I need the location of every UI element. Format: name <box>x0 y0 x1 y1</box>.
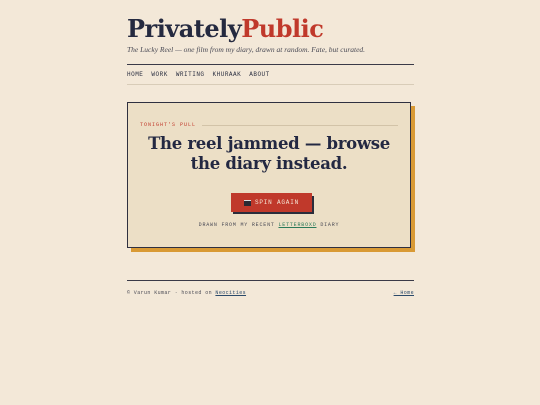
neocities-link[interactable]: Neocities <box>215 290 246 296</box>
brand-part2: Public <box>241 14 324 43</box>
nav-item-about[interactable]: ABOUT <box>249 71 270 78</box>
kicker-row: TONIGHT'S PULL <box>140 122 398 128</box>
source-prefix: DRAWN FROM MY RECENT <box>198 222 275 228</box>
nav-item-home[interactable]: HOME <box>127 71 143 78</box>
nav-divider <box>127 84 414 85</box>
lucky-reel-card: TONIGHT'S PULL The reel jammed — browse … <box>127 102 411 248</box>
main-nav: HOME WORK WRITING KHURAAK ABOUT <box>127 71 270 78</box>
site-footer: © Varun Kumar · hosted on Neocities ← Ho… <box>127 290 414 296</box>
letterboxd-link[interactable]: LETTERBOXD <box>278 222 316 228</box>
spin-again-label: SPIN AGAIN <box>254 199 299 206</box>
source-note: DRAWN FROM MY RECENT LETTERBOXD DIARY <box>128 222 410 228</box>
card-headline: The reel jammed — browse the diary inste… <box>128 134 410 174</box>
footer-credit: © Varun Kumar · hosted on Neocities <box>127 290 246 296</box>
nav-item-khuraak[interactable]: KHURAAK <box>213 71 242 78</box>
spin-again-button[interactable]: SPIN AGAIN <box>231 193 312 212</box>
footer-credit-text: © Varun Kumar · hosted on <box>127 290 213 296</box>
nav-item-writing[interactable]: WRITING <box>176 71 205 78</box>
clapperboard-icon <box>243 199 251 206</box>
kicker-label: TONIGHT'S PULL <box>140 122 197 128</box>
kicker-line <box>202 124 398 126</box>
nav-item-work[interactable]: WORK <box>151 71 167 78</box>
site-tagline: The Lucky Reel — one film from my diary,… <box>127 45 366 54</box>
headline-line-1: The reel jammed — browse <box>148 134 390 153</box>
header-divider <box>127 64 414 65</box>
home-link[interactable]: ← Home <box>394 290 414 296</box>
headline-line-2: the diary instead. <box>190 154 348 173</box>
footer-divider <box>127 280 414 281</box>
source-suffix: DIARY <box>320 222 340 228</box>
brand-part1: Privately <box>127 14 242 43</box>
site-logo[interactable]: PrivatelyPublic <box>127 14 324 44</box>
